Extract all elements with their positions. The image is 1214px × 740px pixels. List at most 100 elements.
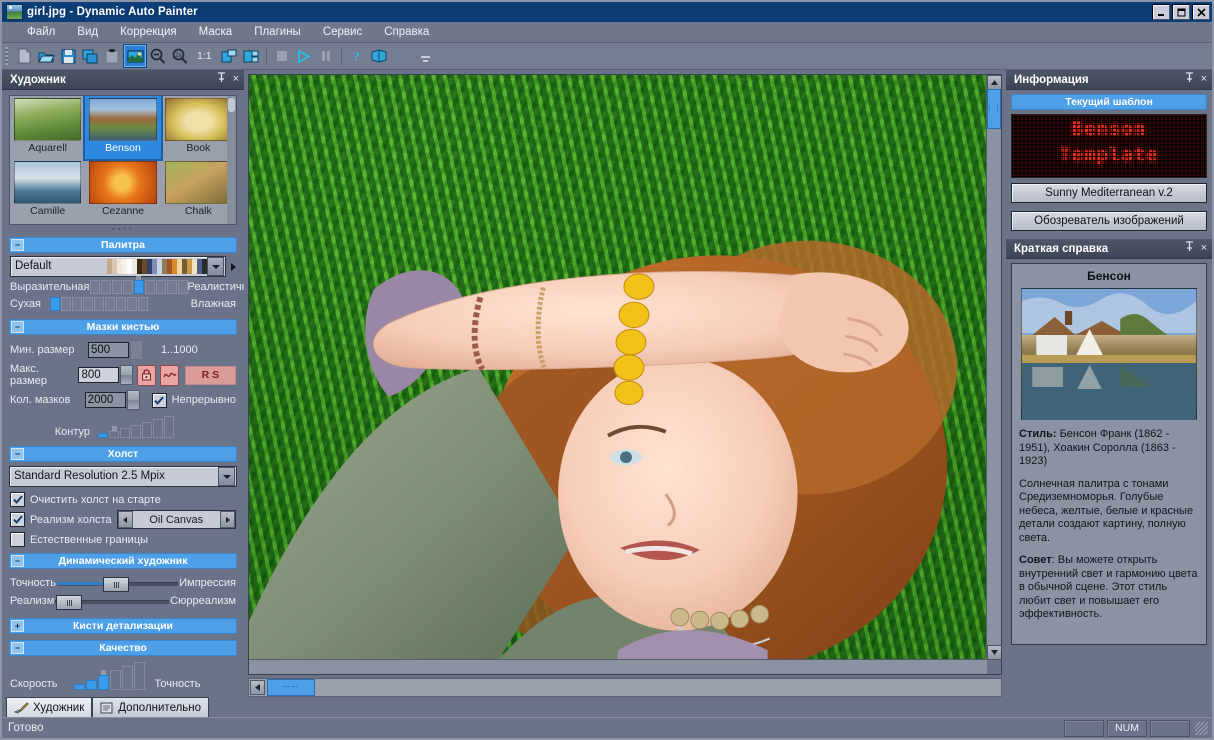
clear-canvas-checkbox[interactable] <box>10 492 25 507</box>
menu-file[interactable]: Файл <box>16 24 66 40</box>
book-icon[interactable] <box>368 45 390 67</box>
stop-icon[interactable] <box>271 45 293 67</box>
lock-icon[interactable] <box>137 365 156 386</box>
canvas-texture-next[interactable] <box>220 511 235 528</box>
vertical-scroll-thumb[interactable]: ⋮⋮ <box>987 89 1001 129</box>
expressive-slider[interactable] <box>90 280 188 294</box>
fit-image-icon[interactable] <box>123 44 147 68</box>
continuous-checkbox[interactable] <box>152 393 167 408</box>
canvas-realism-checkbox[interactable] <box>10 512 25 527</box>
resize-grip[interactable] <box>1195 722 1208 735</box>
preset-book[interactable]: Book <box>161 96 236 159</box>
stroke-count-input[interactable] <box>85 392 126 408</box>
doc-scroll-thumb[interactable]: ⋯⋯ <box>267 679 315 696</box>
toolbar-grip[interactable] <box>5 47 8 65</box>
canvas-texture-selector[interactable]: Oil Canvas <box>117 510 236 529</box>
quality-histogram[interactable] <box>74 664 145 690</box>
max-size-updown[interactable] <box>120 365 133 385</box>
template-name-button[interactable]: Sunny Mediterranean v.2 <box>1011 183 1207 203</box>
canvas-resolution-combo[interactable]: Standard Resolution 2.5 Mpix <box>9 466 237 487</box>
tab-additional[interactable]: Дополнительно <box>92 697 209 717</box>
image-vertical-scrollbar[interactable]: ⋮⋮ <box>986 75 1001 660</box>
preset-row3-1[interactable] <box>10 222 85 225</box>
menu-help[interactable]: Справка <box>373 24 440 40</box>
pin-icon[interactable] <box>1185 241 1194 256</box>
preset-benson[interactable]: Benson <box>85 96 160 159</box>
image-browser-button[interactable]: Обозреватель изображений <box>1011 211 1207 231</box>
preset-scrollbar-thumb[interactable] <box>228 98 235 112</box>
stroke-count-updown[interactable] <box>127 390 140 410</box>
menu-view[interactable]: Вид <box>66 24 109 40</box>
save-disk-icon[interactable] <box>57 45 79 67</box>
min-size-spinner[interactable] <box>88 340 143 360</box>
preset-scrollbar[interactable] <box>227 96 236 224</box>
preset-camille[interactable]: Camille <box>10 159 85 222</box>
tile-windows-icon[interactable] <box>218 45 240 67</box>
realism-slider[interactable] <box>55 594 169 608</box>
menu-plugins[interactable]: Плагины <box>243 24 312 40</box>
section-strokes[interactable]: − Мазки кистью <box>9 319 237 335</box>
pause-icon[interactable] <box>315 45 337 67</box>
close-icon[interactable]: × <box>1201 242 1207 255</box>
document-image[interactable] <box>249 75 987 660</box>
wave-icon[interactable] <box>160 365 179 386</box>
canvas-resolution-arrow[interactable] <box>218 467 235 486</box>
preset-chalk[interactable]: Chalk <box>161 159 236 222</box>
palette-combo[interactable]: Default <box>10 256 226 277</box>
tab-artist[interactable]: Художник <box>6 697 92 717</box>
play-icon[interactable] <box>293 45 315 67</box>
section-dynamic-artist[interactable]: − Динамический художник <box>9 553 237 569</box>
collapse-toggle-icon[interactable]: + <box>11 620 24 632</box>
paste-icon[interactable] <box>101 45 123 67</box>
close-icon[interactable]: × <box>1201 73 1207 86</box>
collapse-toggle-icon[interactable]: − <box>11 555 24 567</box>
zoom-out-icon[interactable] <box>147 45 169 67</box>
toolbar-overflow-icon[interactable] <box>421 56 430 64</box>
collapse-toggle-icon[interactable]: − <box>11 448 24 460</box>
scroll-up-button[interactable] <box>987 75 1002 90</box>
accuracy-slider[interactable] <box>57 576 178 590</box>
pin-icon[interactable] <box>217 72 226 87</box>
min-size-updown[interactable] <box>130 340 143 360</box>
pin-icon[interactable] <box>1185 72 1194 87</box>
scroll-down-button[interactable] <box>987 645 1002 660</box>
new-document-icon[interactable] <box>13 45 35 67</box>
section-canvas[interactable]: − Холст <box>9 446 237 462</box>
document-scrollbar[interactable]: ⋯⋯ <box>248 678 1002 697</box>
doc-scroll-left-button[interactable] <box>250 680 265 695</box>
menu-service[interactable]: Сервис <box>312 24 373 40</box>
image-viewport[interactable] <box>249 75 987 660</box>
natural-edges-checkbox[interactable] <box>10 532 25 547</box>
copy-image-icon[interactable] <box>79 45 101 67</box>
palette-next-button[interactable] <box>226 256 236 277</box>
collapse-toggle-icon[interactable]: − <box>11 239 24 251</box>
help-question-icon[interactable]: ? <box>346 45 368 67</box>
minimize-button[interactable] <box>1152 4 1170 20</box>
open-folder-icon[interactable] <box>35 45 57 67</box>
canvas-texture-prev[interactable] <box>118 511 133 528</box>
stroke-count-spinner[interactable] <box>85 390 140 410</box>
close-icon[interactable]: × <box>233 73 239 86</box>
preset-row3-3[interactable] <box>161 222 236 225</box>
dry-wet-slider[interactable] <box>50 297 148 311</box>
preset-grid[interactable]: Aquarell Benson Book Camille <box>9 95 237 225</box>
collapse-toggle-icon[interactable]: − <box>11 321 24 333</box>
preset-cezanne[interactable]: Cezanne <box>85 159 160 222</box>
collapse-toggle-icon[interactable]: − <box>11 642 24 654</box>
panel-resize-grip[interactable]: ···· <box>2 225 244 234</box>
section-quality[interactable]: − Качество <box>9 640 237 656</box>
zoom-in-icon[interactable]: 2x <box>169 45 191 67</box>
section-detail-brushes[interactable]: + Кисти детализации <box>9 618 237 634</box>
preset-aquarell[interactable]: Aquarell <box>10 96 85 159</box>
menu-correction[interactable]: Коррекция <box>109 24 188 40</box>
maximize-button[interactable] <box>1172 4 1190 20</box>
max-size-spinner[interactable] <box>78 365 133 385</box>
image-horizontal-scrollbar[interactable] <box>249 659 987 674</box>
close-button[interactable] <box>1192 4 1210 20</box>
section-palette[interactable]: − Палитра <box>9 237 237 253</box>
contour-histogram[interactable] <box>98 416 174 438</box>
cascade-windows-icon[interactable] <box>240 45 262 67</box>
rs-button[interactable]: R S <box>185 366 236 385</box>
min-size-input[interactable] <box>88 342 129 358</box>
menu-mask[interactable]: Маска <box>188 24 244 40</box>
